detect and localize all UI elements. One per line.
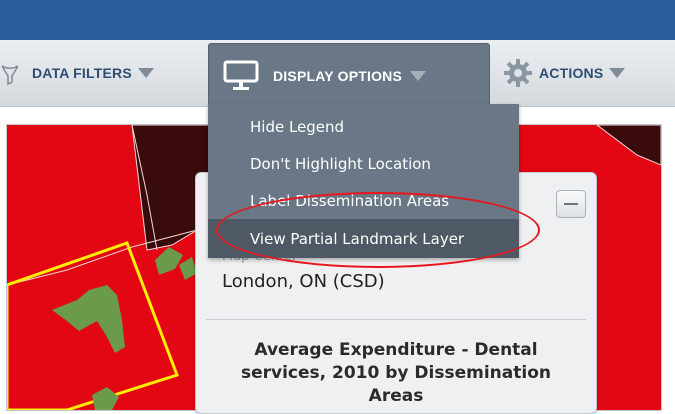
- data-filters-button[interactable]: DATA FILTERS: [0, 40, 205, 106]
- top-bar: [0, 0, 675, 40]
- funnel-icon: [2, 65, 18, 86]
- menu-item-hide-legend[interactable]: Hide Legend: [208, 108, 519, 145]
- actions-button[interactable]: ACTIONS: [503, 40, 675, 106]
- monitor-icon: [223, 60, 259, 90]
- menu-item-label: Don't Highlight Location: [250, 154, 431, 173]
- menu-item-dont-highlight-location[interactable]: Don't Highlight Location: [208, 145, 519, 182]
- actions-label: ACTIONS: [539, 65, 604, 81]
- data-filters-label: DATA FILTERS: [32, 65, 132, 81]
- panel-divider: [206, 319, 586, 320]
- triangle-down-icon: [410, 70, 427, 81]
- triangle-down-icon: [609, 68, 626, 78]
- menu-item-label: Hide Legend: [250, 117, 345, 136]
- display-options-label: DISPLAY OPTIONS: [273, 67, 403, 84]
- toolbar: DATA FILTERS DISPLAY OPTIONS ACTIONS: [0, 40, 675, 107]
- legend-title: Average Expenditure - Dental services, 2…: [240, 340, 551, 406]
- annotation-ellipse: [216, 192, 540, 268]
- minimize-button[interactable]: [556, 190, 586, 218]
- triangle-down-icon: [137, 68, 154, 78]
- gear-icon: [504, 59, 532, 87]
- display-options-button[interactable]: DISPLAY OPTIONS: [208, 43, 490, 107]
- map-center-value: London, ON (CSD): [222, 271, 385, 292]
